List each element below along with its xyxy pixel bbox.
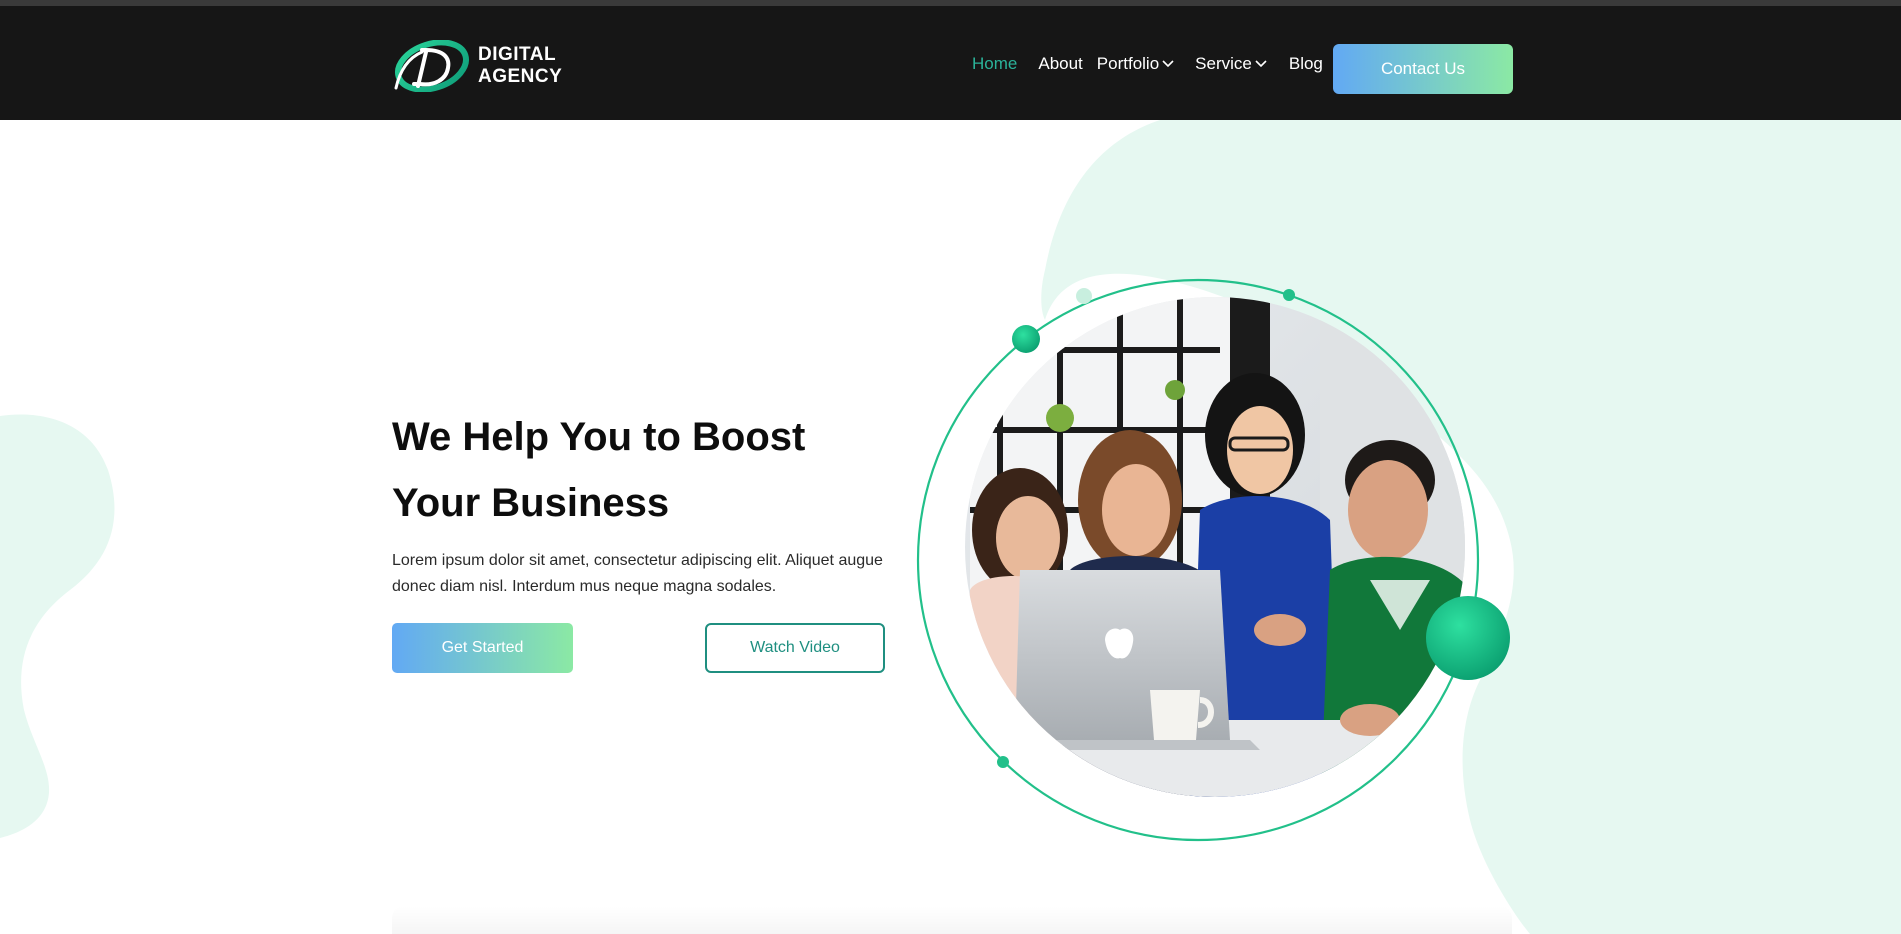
nav-item-blog[interactable]: Blog xyxy=(1289,54,1323,74)
decorative-ball xyxy=(1426,596,1510,680)
team-photo-circle xyxy=(916,278,1510,842)
nav-item-label: Home xyxy=(972,54,1018,73)
chevron-down-icon xyxy=(1255,60,1267,68)
hero-visual xyxy=(900,270,1520,850)
brand-name: DIGITAL AGENCY xyxy=(478,44,562,88)
hero-title-line2: Your Business xyxy=(392,481,670,525)
hero-title: We Help You to Boost Your Business xyxy=(392,404,912,536)
nav-item-about[interactable]: About xyxy=(1038,54,1082,74)
chevron-down-icon xyxy=(1162,60,1174,68)
next-section-edge xyxy=(392,906,1512,934)
contact-us-button[interactable]: Contact Us xyxy=(1333,44,1513,94)
nav-item-portfolio[interactable]: Portfolio xyxy=(1097,54,1174,74)
decorative-dot xyxy=(997,756,1009,768)
get-started-button[interactable]: Get Started xyxy=(392,623,573,673)
nav-item-label: Portfolio xyxy=(1096,54,1160,73)
nav-item-service[interactable]: Service xyxy=(1195,54,1267,74)
navbar: DIGITAL AGENCY Home About Portfolio Serv… xyxy=(0,6,1901,120)
watch-video-button[interactable]: Watch Video xyxy=(705,623,885,673)
d-swoosh-logo-icon xyxy=(394,40,469,92)
team-photo xyxy=(965,297,1465,797)
decorative-dot xyxy=(1012,325,1040,353)
decorative-dot xyxy=(1283,289,1295,301)
hero-title-line1: We Help You to Boost xyxy=(392,415,806,459)
background-blob-left xyxy=(0,414,115,838)
decorative-dot xyxy=(1076,288,1092,304)
nav-item-label: Service xyxy=(1195,54,1252,73)
hero-description: Lorem ipsum dolor sit amet, consectetur … xyxy=(392,552,883,595)
main-nav: Home About Portfolio Service Blog xyxy=(972,54,1323,74)
nav-item-home[interactable]: Home xyxy=(972,54,1017,74)
brand-name-line2: AGENCY xyxy=(478,66,563,87)
brand-logo[interactable]: DIGITAL AGENCY xyxy=(392,40,572,92)
nav-item-label: Blog xyxy=(1288,54,1323,73)
brand-name-line1: DIGITAL xyxy=(478,44,557,65)
nav-item-label: About xyxy=(1038,54,1083,73)
